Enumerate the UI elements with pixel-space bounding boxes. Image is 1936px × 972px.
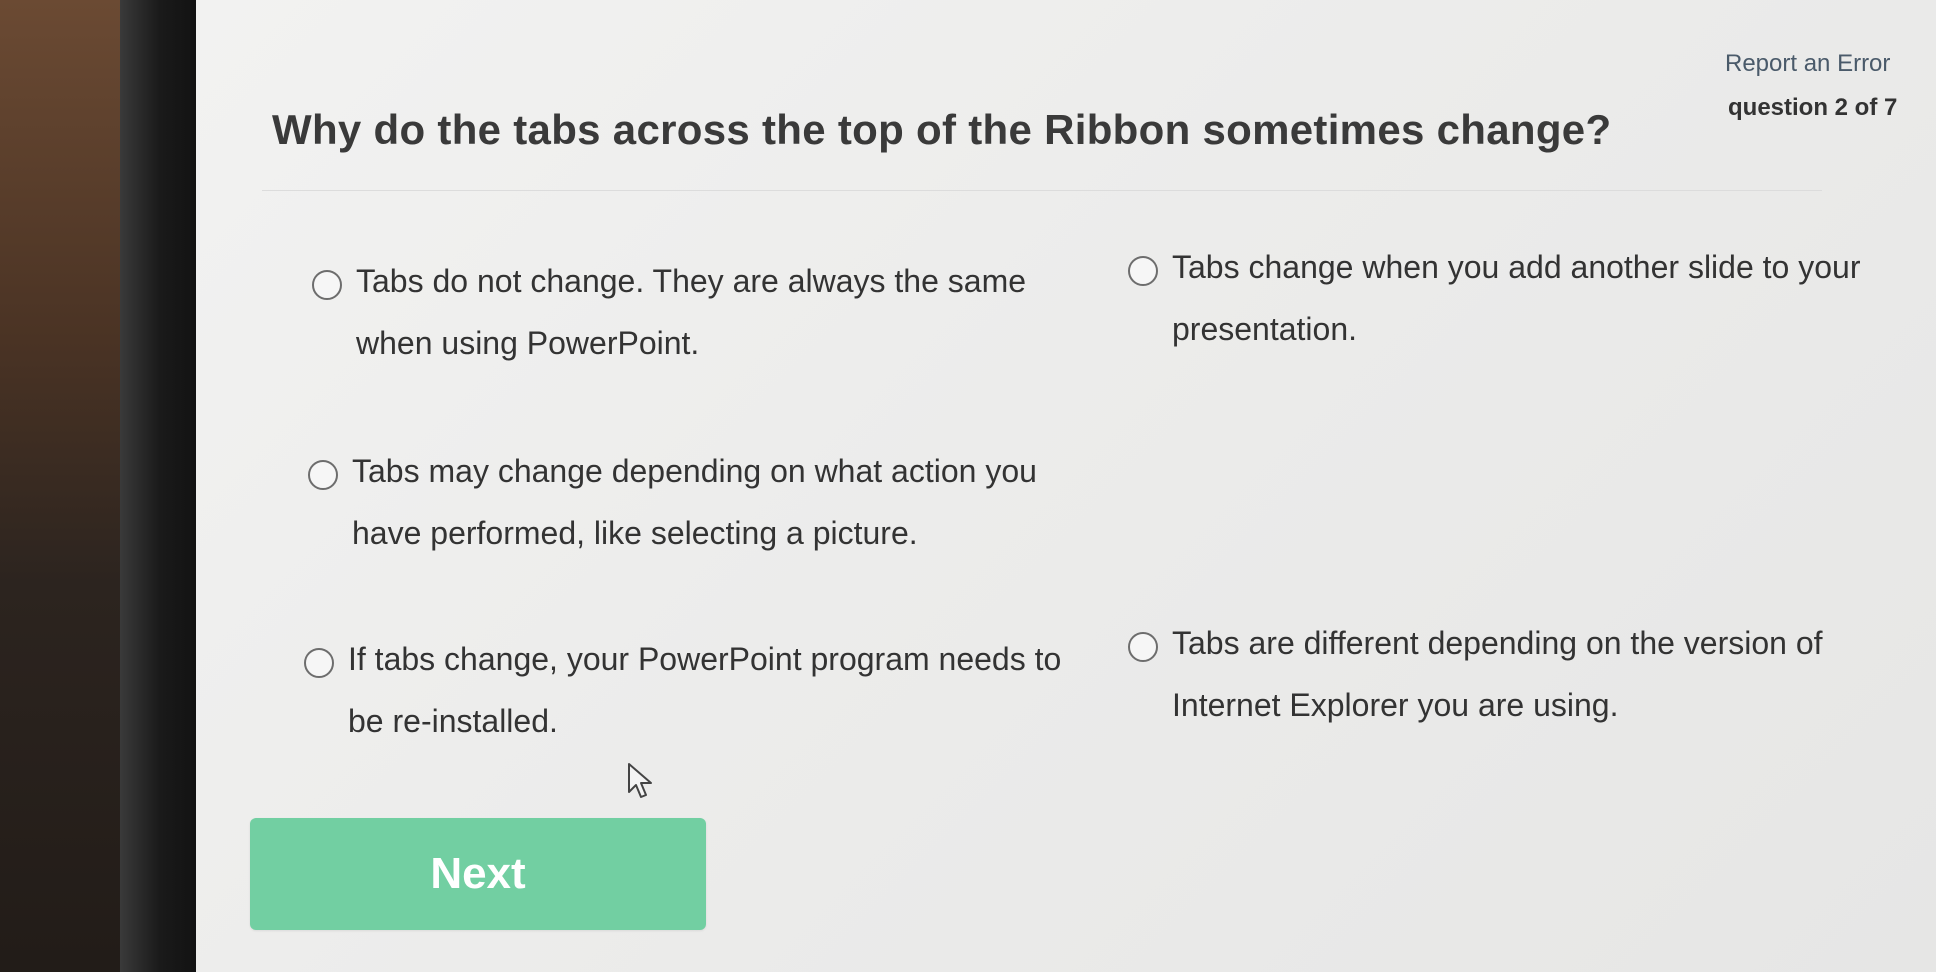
next-button[interactable]: Next xyxy=(250,818,706,930)
report-error-link[interactable]: Report an Error xyxy=(1725,50,1890,78)
answer-option-label: Tabs do not change. They are always the … xyxy=(356,263,1027,361)
answer-option-3[interactable]: Tabs may change depending on what action… xyxy=(308,452,1088,564)
answer-option-label: Tabs are different depending on the vers… xyxy=(1172,625,1823,723)
radio-button-icon[interactable] xyxy=(304,648,334,678)
mouse-pointer-icon xyxy=(628,763,652,798)
answer-option-4[interactable]: If tabs change, your PowerPoint program … xyxy=(304,640,1084,752)
answer-option-label: Tabs change when you add another slide t… xyxy=(1172,249,1861,347)
radio-button-icon[interactable] xyxy=(312,270,342,300)
radio-button-icon[interactable] xyxy=(308,460,338,490)
radio-button-icon[interactable] xyxy=(1128,256,1158,286)
answer-option-1[interactable]: Tabs do not change. They are always the … xyxy=(312,262,1032,374)
radio-button-icon[interactable] xyxy=(1128,632,1158,662)
divider xyxy=(262,190,1822,191)
question-title: Why do the tabs across the top of the Ri… xyxy=(272,106,1612,153)
answer-option-5[interactable]: Tabs are different depending on the vers… xyxy=(1128,624,1928,736)
answer-option-label: Tabs may change depending on what action… xyxy=(352,453,1037,551)
answer-option-2[interactable]: Tabs change when you add another slide t… xyxy=(1128,248,1908,360)
answer-option-label: If tabs change, your PowerPoint program … xyxy=(348,641,1062,739)
question-counter: question 2 of 7 xyxy=(1728,94,1898,121)
